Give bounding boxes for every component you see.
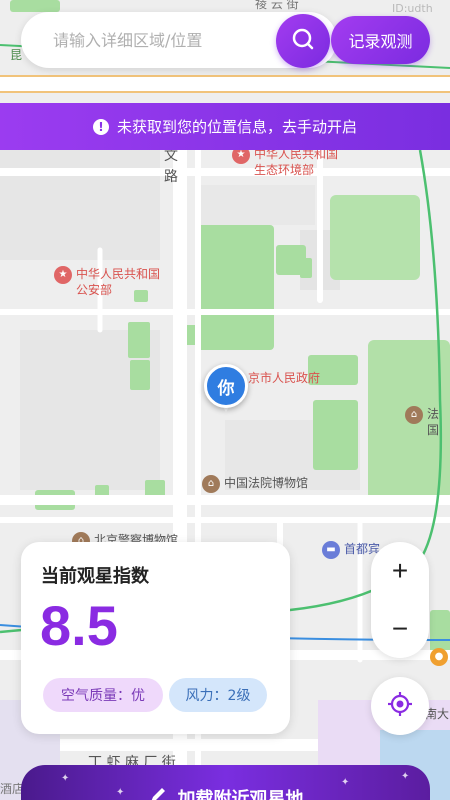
sparkle-icon: ✦ — [116, 787, 125, 798]
zoom-in-button[interactable]: + — [371, 542, 429, 600]
exclamation-icon: ! — [92, 118, 109, 135]
marker-label: 你 — [204, 364, 248, 408]
load-nearby-label: 加载附近观星地 — [177, 789, 304, 800]
wind-badge: 风力：2级 — [169, 678, 267, 712]
museum-icon: ⌂ — [405, 406, 423, 424]
search-input[interactable] — [53, 28, 273, 52]
sparkle-icon: ✦ — [401, 771, 410, 782]
sparkle-icon: ✦ — [341, 777, 350, 788]
location-permission-banner[interactable]: ! 未获取到您的位置信息，去手动开启 — [0, 103, 450, 150]
star-icon: ★ — [54, 266, 72, 284]
sparkle-icon: ✦ — [61, 773, 70, 784]
watermark: ID:udth — [392, 2, 433, 15]
load-nearby-button[interactable]: ✦ ✦ ✦ ✦ 加载附近观星地 — [21, 765, 430, 800]
poi-ministry-security-label: 中华人民共和国 公安部 — [76, 267, 161, 297]
map-label-top-left: 昆 — [10, 48, 23, 62]
poi-right-law-label: 法国 — [427, 407, 440, 437]
road-label-top: 祾 云 街 — [255, 0, 299, 11]
locate-button[interactable] — [371, 677, 429, 735]
air-quality-badge: 空气质量：优 — [43, 678, 163, 712]
record-observation-button[interactable]: 记录观测 — [331, 16, 430, 64]
index-value: 8.5 — [40, 594, 118, 657]
road-label-v2: 路 — [164, 169, 178, 185]
zoom-controls: + − — [371, 542, 429, 658]
poi-right-bottom[interactable]: ● 查 — [430, 648, 450, 666]
locate-icon — [387, 691, 413, 721]
banner-text: 未获取到您的位置信息，去手动开启 — [116, 118, 357, 136]
poi-right-law[interactable]: ⌂ 法国 — [405, 406, 450, 438]
museum-icon: ⌂ — [202, 475, 220, 493]
search-button[interactable] — [276, 14, 330, 68]
poi-city-gov-label: 京市人民政府 — [248, 371, 321, 385]
poi-ministry-security[interactable]: ★ 中华人民共和国 公安部 — [54, 266, 160, 298]
poi-city-gov[interactable]: 京市人民政府 — [248, 370, 320, 386]
index-title: 当前观星指数 — [41, 566, 149, 587]
pen-icon — [148, 785, 168, 800]
poi-court-museum[interactable]: ⌂ 中国法院博物馆 — [202, 475, 308, 493]
bed-icon: ▬ — [322, 541, 340, 559]
poi-court-museum-label: 中国法院博物馆 — [224, 476, 309, 490]
search-icon — [290, 26, 316, 56]
poi-ministry-env-label: 中华人民共和国 生态环境部 — [254, 147, 339, 177]
shop-icon: ● — [430, 648, 448, 666]
zoom-out-button[interactable]: − — [371, 600, 429, 658]
poi-ministry-env[interactable]: ★ 中华人民共和国 生态环境部 — [232, 146, 338, 178]
user-location-marker[interactable]: 你 — [204, 364, 248, 414]
stargazing-index-card: 当前观星指数 8.5 空气质量：优 风力：2级 — [21, 542, 290, 734]
